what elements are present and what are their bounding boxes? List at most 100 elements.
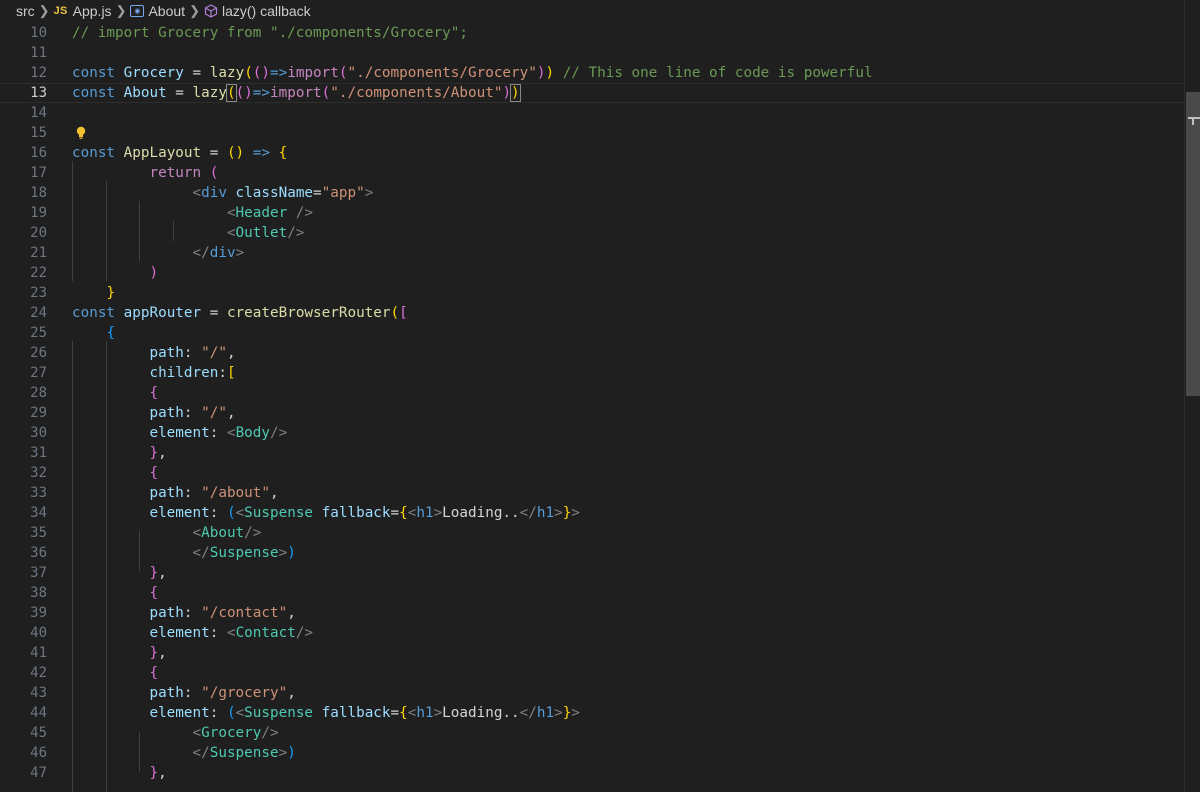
code-line[interactable]: 22 ) [0,263,1184,283]
breadcrumb-callback[interactable]: lazy() callback [222,3,311,19]
code-line[interactable]: 46 </Suspense>) [0,743,1184,763]
line-number: 17 [30,165,47,181]
code-line[interactable]: 36 </Suspense>) [0,543,1184,563]
code-line[interactable]: 12 const Grocery = lazy(()=>import("./com… [0,63,1184,83]
code-text: </Suspense>) [72,743,296,763]
code-line[interactable]: 41 }, [0,643,1184,663]
code-line[interactable]: 25 { [0,323,1184,343]
code-line[interactable]: 14 [0,103,1184,123]
code-line[interactable]: 18 <div className="app"> [0,183,1184,203]
code-line[interactable]: 29 path: "/", [0,403,1184,423]
code-token: ) [287,745,296,761]
code-editor[interactable]: 10 // import Grocery from "./components/G… [0,21,1184,792]
code-token: ( [321,85,331,101]
code-text: <About/> [72,523,262,543]
code-token: () [252,65,271,81]
code-token: > [278,745,288,761]
code-token: const [72,305,124,321]
code-token: /> [295,625,314,641]
code-line[interactable]: 42 { [0,663,1184,683]
code-text: } [72,283,115,303]
code-line[interactable]: 35 <About/> [0,523,1184,543]
code-line[interactable]: 16 const AppLayout = () => { [0,143,1184,163]
vertical-scrollbar-thumb[interactable] [1186,92,1200,396]
code-token: ) [149,265,159,281]
code-token: element [149,705,210,721]
code-token: } [562,505,572,521]
code-line[interactable]: 43 path: "/grocery", [0,683,1184,703]
breadcrumb-folder[interactable]: src [16,3,35,19]
code-text: }, [72,763,166,783]
line-number: 15 [30,125,47,141]
code-line[interactable]: 19 <Header /> [0,203,1184,223]
code-line[interactable]: 47 }, [0,763,1184,783]
code-token: { [149,665,159,681]
code-token: } [106,285,116,301]
code-line[interactable]: 23 } [0,283,1184,303]
code-token: ( [226,705,236,721]
line-number: 28 [30,385,47,401]
code-line[interactable]: 15 [0,123,1184,143]
code-line[interactable]: 37 }, [0,563,1184,583]
code-line[interactable]: 44 element: (<Suspense fallback={<h1>Loa… [0,703,1184,723]
code-line[interactable]: 40 element: <Contact/> [0,623,1184,643]
code-token: => [270,65,288,81]
code-token: className [226,185,314,201]
code-line[interactable]: 31 }, [0,443,1184,463]
code-text: const About = lazy(()=>import("./compone… [72,84,521,102]
code-line[interactable]: 13 const About = lazy(()=>import("./compo… [0,83,1184,103]
code-text: }, [72,563,166,583]
code-token: = [313,185,322,201]
code-line[interactable]: 27 children:[ [0,363,1184,383]
code-token: ) [510,84,521,102]
breadcrumb-file[interactable]: App.js [73,3,112,19]
code-line[interactable]: 24 const appRouter = createBrowserRouter(… [0,303,1184,323]
code-token: </ [519,705,537,721]
code-line[interactable]: 45 <Grocery/> [0,723,1184,743]
code-token: Grocery [123,65,184,81]
code-token: /> [270,425,288,441]
code-line[interactable]: 39 path: "/contact", [0,603,1184,623]
code-line[interactable]: 38 { [0,583,1184,603]
code-text: element: <Contact/> [72,623,313,643]
code-token: = [390,705,400,721]
code-line[interactable]: 21 </div> [0,243,1184,263]
code-token: ) [545,65,555,81]
code-line[interactable]: 33 path: "/about", [0,483,1184,503]
code-line[interactable]: 11 [0,43,1184,63]
code-token: </ [192,745,210,761]
code-token: path [149,485,184,501]
code-text: const Grocery = lazy(()=>import("./compo… [72,63,873,83]
code-token: Grocery [201,725,262,741]
code-token: > [554,705,563,721]
code-token: appRouter [123,305,202,321]
code-text: { [72,463,158,483]
line-number: 13 [30,85,47,101]
code-token: { [399,705,408,721]
code-text: { [72,583,158,603]
code-line[interactable]: 10 // import Grocery from "./components/G… [0,23,1184,43]
code-line[interactable]: 32 { [0,463,1184,483]
code-token: div [209,245,236,261]
breadcrumb-symbol[interactable]: About [148,3,185,19]
code-token: < [226,625,236,641]
code-line[interactable]: 30 element: <Body/> [0,423,1184,443]
code-token: ( [209,165,219,181]
code-line[interactable]: 20 <Outlet/> [0,223,1184,243]
code-line[interactable]: 34 element: (<Suspense fallback={<h1>Loa… [0,503,1184,523]
line-number: 41 [30,645,47,661]
chevron-right-icon: ❯ [115,2,127,18]
method-cube-icon [204,3,218,18]
code-token: [ [399,305,408,321]
code-line[interactable]: 17 return ( [0,163,1184,183]
code-line[interactable]: 26 path: "/", [0,343,1184,363]
code-token: > [364,185,374,201]
code-token: , [226,405,236,421]
code-line[interactable]: 28 { [0,383,1184,403]
code-token: return [149,165,210,181]
